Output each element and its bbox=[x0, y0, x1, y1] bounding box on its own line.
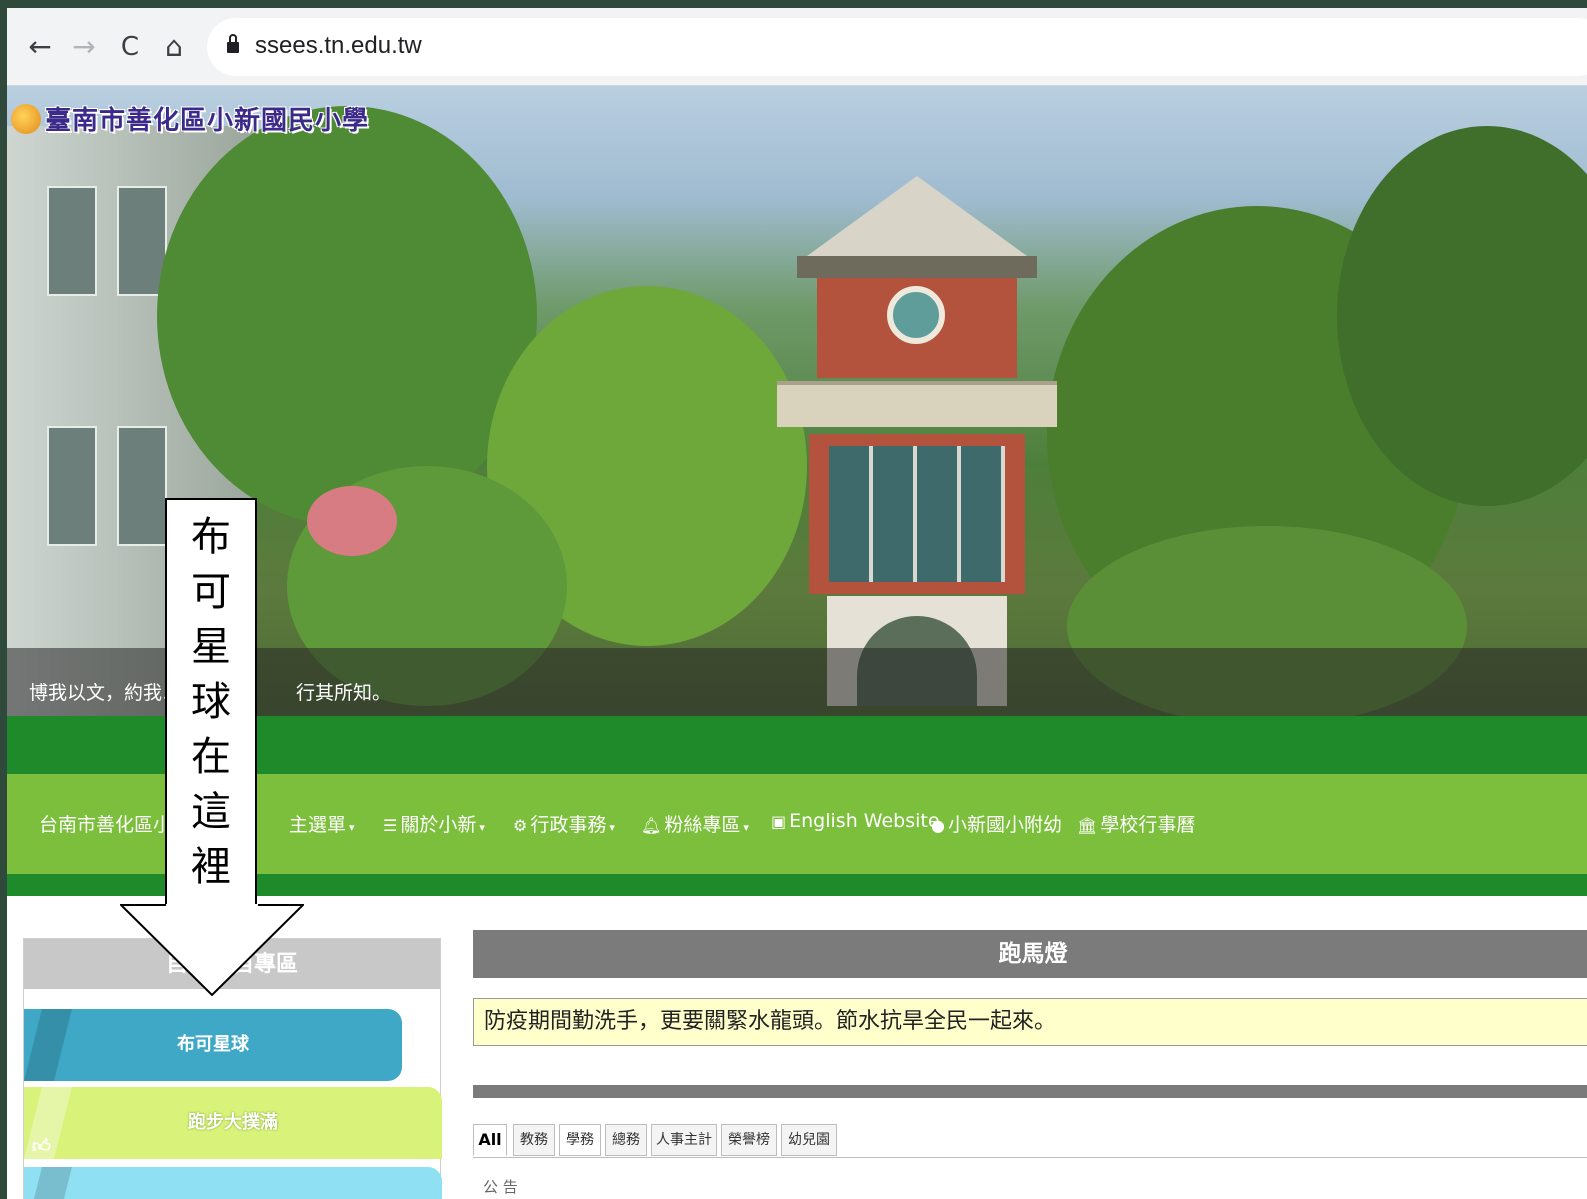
section-divider bbox=[473, 1085, 1587, 1098]
tab-personnel[interactable]: 人事主計 bbox=[651, 1124, 717, 1156]
nav-english-label: English Website bbox=[789, 810, 940, 832]
back-icon[interactable]: ← bbox=[23, 30, 57, 64]
bank-icon: 🏛︎ bbox=[1077, 816, 1098, 835]
caret-down-icon: ▾ bbox=[349, 821, 355, 834]
reload-icon[interactable]: C bbox=[113, 30, 147, 64]
lock-icon bbox=[227, 34, 239, 54]
browser-toolbar: ← → C ⌂ ssees.tn.edu.tw bbox=[7, 8, 1587, 86]
nav-fans[interactable]: 🔔︎ 粉絲專區 ▾ bbox=[641, 810, 749, 837]
bookcool-planet-button[interactable]: 布可星球 bbox=[24, 1009, 402, 1081]
nav-calendar-label: 學校行事曆 bbox=[1100, 814, 1196, 836]
tab-all[interactable]: All bbox=[473, 1124, 507, 1156]
list-heading: 公 告 bbox=[483, 1178, 518, 1196]
caret-down-icon: ▾ bbox=[479, 821, 485, 834]
motto-part-2: 行其所知。 bbox=[296, 682, 392, 704]
browser-window: ← → C ⌂ ssees.tn.edu.tw 臺南市善化區小新國民小學 博我以… bbox=[7, 8, 1587, 1199]
tab-student-affairs[interactable]: 學務 bbox=[559, 1124, 601, 1156]
nav-kindergarten[interactable]: ● 小新國小附幼 bbox=[931, 810, 1062, 837]
running-bank-button[interactable]: 👍︎ 跑步大撲滿 bbox=[24, 1087, 442, 1159]
thumbs-up-icon: 👍︎ bbox=[32, 1136, 51, 1157]
sidebar-item-3[interactable] bbox=[24, 1167, 442, 1199]
nav-main-menu[interactable]: 主選單 ▾ bbox=[289, 810, 355, 837]
tab-kindergarten[interactable]: 幼兒園 bbox=[781, 1124, 837, 1156]
annotation-char: 這 bbox=[191, 789, 231, 835]
bell-icon: 🔔︎ bbox=[641, 816, 662, 835]
annotation-callout: 布 可 星 球 在 這 裡 bbox=[165, 498, 257, 906]
forward-icon[interactable]: → bbox=[67, 30, 101, 64]
gear-icon: ⚙ bbox=[513, 816, 528, 835]
annotation-char: 星 bbox=[191, 624, 231, 670]
nav-calendar[interactable]: 🏛︎ 學校行事曆 bbox=[1077, 810, 1195, 837]
caret-down-icon: ▾ bbox=[609, 821, 615, 834]
annotation-text: 布 可 星 球 在 這 裡 bbox=[167, 510, 255, 895]
annotation-char: 可 bbox=[191, 569, 231, 615]
home-icon[interactable]: ⌂ bbox=[157, 30, 191, 64]
down-arrow-icon bbox=[120, 904, 304, 996]
marquee-text: 防疫期間勤洗手，更要關緊水龍頭。節水抗旱全民一起來。 bbox=[473, 998, 1587, 1046]
caret-down-icon: ▾ bbox=[743, 821, 749, 834]
url-text: ssees.tn.edu.tw bbox=[255, 32, 422, 59]
address-bar[interactable]: ssees.tn.edu.tw bbox=[207, 18, 1587, 76]
banner-tower bbox=[777, 176, 1057, 706]
tab-academic[interactable]: 教務 bbox=[513, 1124, 555, 1156]
nav-kindergarten-label: 小新國小附幼 bbox=[947, 814, 1062, 836]
nav-english[interactable]: ▣ English Website bbox=[771, 810, 940, 832]
news-tabs: All 教務 學務 總務 人事主計 榮譽榜 幼兒園 bbox=[473, 1122, 1587, 1158]
doc-icon: ▣ bbox=[771, 812, 787, 831]
running-bank-label: 跑步大撲滿 bbox=[188, 1112, 278, 1133]
school-logo-icon bbox=[11, 104, 41, 134]
list-icon: ☰ bbox=[383, 816, 398, 835]
annotation-char: 球 bbox=[191, 679, 231, 725]
nav-about-label: 關於小新 bbox=[400, 814, 477, 836]
school-title: 臺南市善化區小新國民小學 bbox=[45, 106, 370, 136]
nav-fans-label: 粉絲專區 bbox=[664, 814, 741, 836]
nav-about[interactable]: ☰ 關於小新 ▾ bbox=[383, 810, 485, 837]
marquee-title: 跑馬燈 bbox=[473, 930, 1587, 978]
tab-general-affairs[interactable]: 總務 bbox=[605, 1124, 647, 1156]
annotation-char: 布 bbox=[191, 514, 231, 560]
apple-icon: ● bbox=[931, 816, 945, 835]
tab-honor-roll[interactable]: 榮譽榜 bbox=[721, 1124, 777, 1156]
annotation-char: 在 bbox=[191, 734, 231, 780]
bookcool-planet-label: 布可星球 bbox=[177, 1034, 249, 1055]
nav-admin-label: 行政事務 bbox=[530, 814, 607, 836]
clock-icon bbox=[887, 286, 945, 344]
nav-admin[interactable]: ⚙ 行政事務 ▾ bbox=[513, 810, 615, 837]
nav-main-menu-label: 主選單 bbox=[289, 814, 347, 836]
annotation-char: 裡 bbox=[191, 844, 231, 890]
